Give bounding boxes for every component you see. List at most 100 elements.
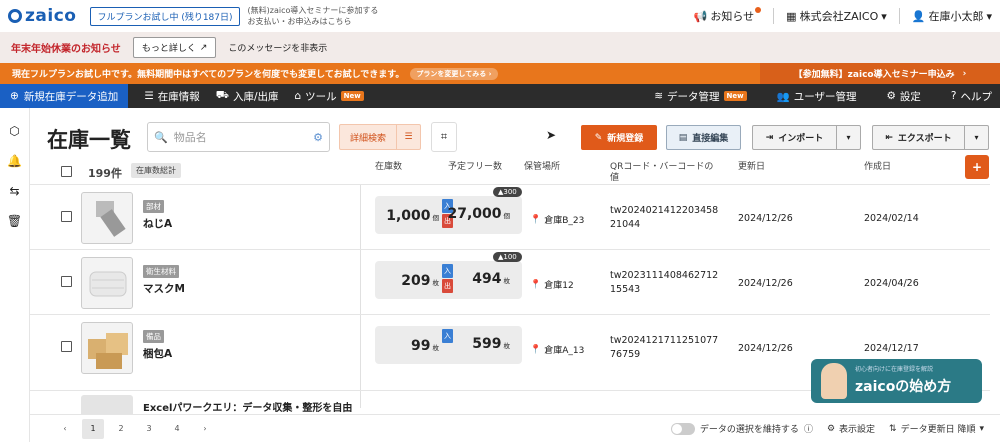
header-stock[interactable]: 在庫数 <box>375 162 402 173</box>
export-button[interactable]: ⇤ エクスポート ▾ <box>872 125 989 150</box>
stock-out-button[interactable]: 出 <box>442 279 453 293</box>
change-plan-button[interactable]: プランを変更してみる › <box>410 67 498 80</box>
header-created[interactable]: 作成日 <box>864 162 891 173</box>
nav-data-management[interactable]: ≋ データ管理 New <box>654 89 747 104</box>
import-icon: ⇥ <box>765 132 774 143</box>
next-page-button[interactable]: › <box>194 419 216 439</box>
schedule-badge: ▲300 <box>493 187 522 197</box>
nav-in-out[interactable]: ⛟ 入庫/出庫 <box>216 89 279 104</box>
gear-icon: ⚙ <box>886 90 896 102</box>
add-column-button[interactable]: + <box>965 155 989 179</box>
header-location[interactable]: 保管場所 <box>524 162 560 173</box>
location-text: 倉庫B_23 <box>544 216 585 226</box>
new-badge: New <box>340 91 364 101</box>
item-name[interactable]: ねじA <box>143 216 172 231</box>
help-icon[interactable]: ⓘ <box>804 422 813 435</box>
header-qr[interactable]: QRコード・バーコードの値 <box>610 162 715 184</box>
seminar-link[interactable]: (無料)zaico導入セミナーに参加する <box>248 5 379 16</box>
nav-tools[interactable]: ⌂ ツール New <box>295 89 364 104</box>
quantity-box: 209 枚 入出 494 枚 <box>375 261 522 299</box>
new-register-button[interactable]: ✎ 新規登録 <box>581 125 657 150</box>
stock-value: 209 <box>401 273 431 289</box>
item-thumbnail[interactable] <box>81 322 133 374</box>
free-unit: 枚 <box>503 342 511 350</box>
row-checkbox[interactable] <box>61 276 72 287</box>
created-date: 2024/12/17 <box>864 343 919 354</box>
hide-message-link[interactable]: このメッセージを非表示 <box>228 41 327 54</box>
qr-scan-button[interactable]: ⌗ <box>431 122 457 152</box>
category-tag: 部材 <box>143 200 164 213</box>
item-name[interactable]: Excelパワークエリ：データ収集・整形を自由 <box>143 399 352 414</box>
stock-value: 99 <box>411 338 431 354</box>
pin-icon: 📍 <box>530 214 542 225</box>
search-input[interactable]: 🔍 物品名 ⚙ <box>147 122 330 152</box>
total-stock-button[interactable]: 在庫数総計 <box>131 163 181 178</box>
item-thumbnail[interactable] <box>81 257 133 309</box>
page-3-button[interactable]: 3 <box>138 419 160 439</box>
nav-user-management[interactable]: 👥 ユーザー管理 <box>777 89 857 104</box>
category-tag: 衛生材料 <box>143 265 179 278</box>
trash-icon[interactable]: 🗑 <box>7 214 22 228</box>
trial-badge[interactable]: フルプランお試し中 (残り187日) <box>90 6 240 26</box>
keep-selection-toggle[interactable]: データの選択を維持する ⓘ <box>670 422 813 435</box>
table-row[interactable]: 部材 ねじA 1,000 個 入出 27,000 個 ▲300 📍 倉庫B_23 tw… <box>30 184 990 254</box>
chevron-down-icon[interactable]: ▾ <box>964 126 988 149</box>
prev-page-button[interactable]: ‹ <box>54 419 76 439</box>
created-date: 2024/04/26 <box>864 278 919 289</box>
header-updated[interactable]: 更新日 <box>738 162 765 173</box>
box-icon[interactable]: ⬡ <box>9 124 19 138</box>
more-details-button[interactable]: もっと詳しく ↗ <box>132 37 217 58</box>
row-checkbox[interactable] <box>61 341 72 352</box>
page-2-button[interactable]: 2 <box>110 419 132 439</box>
stock-unit: 個 <box>432 214 440 222</box>
bell-icon[interactable]: 🔔 <box>7 154 22 168</box>
free-unit: 個 <box>503 212 511 220</box>
page-1-button[interactable]: 1 <box>82 418 104 439</box>
item-name[interactable]: マスクM <box>143 281 185 296</box>
footer-bar: ‹ 1 2 3 4 › データの選択を維持する ⓘ ⚙ 表示設定 ⇅ データ更新日 降… <box>30 414 1000 442</box>
user-menu[interactable]: 👤 在庫小太郎 ▾ <box>912 8 992 24</box>
toggle-switch[interactable] <box>670 422 695 435</box>
nav-settings[interactable]: ⚙ 設定 <box>887 89 921 104</box>
menu-icon[interactable]: ☰ <box>396 125 420 149</box>
notice-menu[interactable]: 📢 お知らせ <box>694 7 762 24</box>
item-thumbnail[interactable] <box>81 192 133 244</box>
zaico-logo[interactable]: zaico <box>8 6 76 26</box>
payment-link[interactable]: お支払い・お申込みはこちら <box>248 16 379 27</box>
stock-value: 1,000 <box>386 208 431 224</box>
user-name: 在庫小太郎 <box>928 10 984 23</box>
display-settings-button[interactable]: ⚙ 表示設定 <box>827 422 875 436</box>
seminar-signup-button[interactable]: 【参加無料】zaico導入セミナー申込み › <box>760 63 1000 84</box>
seminar-links[interactable]: (無料)zaico導入セミナーに参加する お支払い・お申込みはこちら <box>248 5 379 27</box>
item-name[interactable]: 梱包A <box>143 346 172 361</box>
chevron-down-icon: ▾ <box>986 9 992 23</box>
nav-help[interactable]: ? ヘルプ <box>951 89 992 104</box>
detail-search-button[interactable]: 詳細検索 ☰ <box>339 124 421 150</box>
getting-started-guide-button[interactable]: 初心者向けに在庫登録を解説 zaicoの始め方 <box>811 359 982 403</box>
table-row[interactable]: 衛生材料 マスクM 209 枚 入出 494 枚 ▲100 📍 倉庫12 tw2023… <box>30 249 990 319</box>
free-value: 599 <box>472 336 502 352</box>
direct-edit-button[interactable]: ▤ 直接編集 <box>666 125 741 150</box>
add-stock-button[interactable]: ⊕ 新規在庫データ追加 <box>0 84 129 108</box>
search-placeholder: 物品名 <box>173 131 207 144</box>
sort-select[interactable]: ⇅ データ更新日 降順 ▾ <box>889 422 984 436</box>
stock-unit: 枚 <box>432 344 440 352</box>
stock-in-button[interactable]: 入 <box>442 264 453 278</box>
stock-in-button[interactable]: 入 <box>442 329 453 343</box>
guide-subtitle: 初心者向けに在庫登録を解説 <box>855 366 934 373</box>
gear-icon[interactable]: ⚙ <box>313 131 323 144</box>
nav-users-label: ユーザー管理 <box>793 90 857 103</box>
logo-mark-icon <box>8 9 22 23</box>
nav-settings-label: 設定 <box>899 90 921 103</box>
page-4-button[interactable]: 4 <box>166 419 188 439</box>
row-checkbox[interactable] <box>61 211 72 222</box>
chevron-down-icon[interactable]: ▾ <box>836 126 860 149</box>
seminar-signup-label: 【参加無料】zaico導入セミナー申込み <box>793 70 955 80</box>
updated-date: 2024/12/26 <box>738 213 793 224</box>
import-button[interactable]: ⇥ インポート ▾ <box>752 125 861 150</box>
nav-stock-info[interactable]: ☰ 在庫情報 <box>144 89 199 104</box>
select-all-checkbox[interactable] <box>61 166 72 177</box>
transfer-icon[interactable]: ⇆ <box>9 184 19 198</box>
company-menu[interactable]: ▦ 株式会社ZAICO ▾ <box>786 8 887 24</box>
header-free[interactable]: 予定フリー数 <box>448 162 502 173</box>
